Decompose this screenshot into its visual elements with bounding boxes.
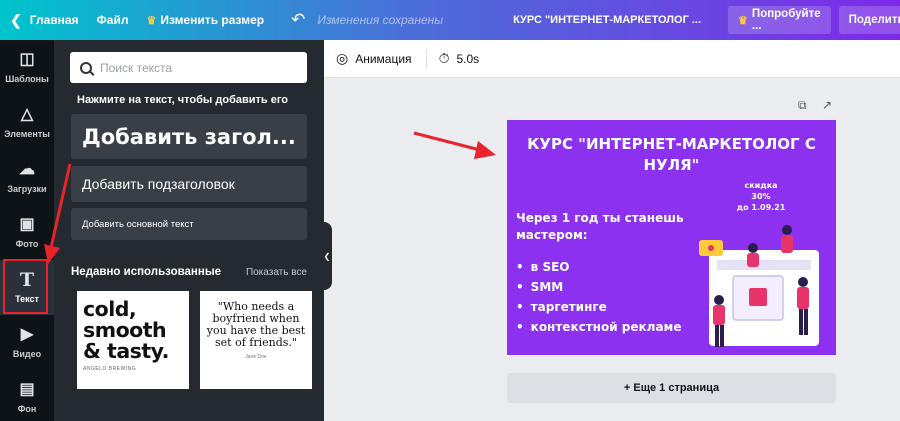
annotation-highlight-box [3, 259, 48, 314]
layout-icon: ◫ [19, 51, 35, 68]
search-box[interactable] [70, 52, 307, 83]
person-leg [804, 309, 808, 335]
video-icon: ▶ [20, 326, 34, 343]
nav-label: Фото [15, 239, 39, 249]
add-body-text-button[interactable]: Добавить основной текст [71, 208, 307, 240]
animation-icon: ◎ [336, 50, 349, 66]
add-heading-button[interactable]: Добавить загол... [71, 114, 307, 159]
design-title[interactable]: КУРС "ИНТЕРНЕТ-МАРКЕТОЛОГ ... [504, 0, 710, 40]
discount-line: до 1.09.21 [736, 203, 786, 212]
resize-label: Изменить размер [160, 13, 265, 27]
background-hatch-icon: ▤ [19, 381, 35, 398]
nav-background[interactable]: ▤ Фон [0, 370, 54, 421]
design-heading[interactable]: КУРС "ИНТЕРНЕТ-МАРКЕТОЛОГ С НУЛЯ" [507, 134, 836, 176]
person-leg [715, 325, 719, 347]
person-head [748, 243, 758, 253]
person-body [797, 287, 809, 309]
add-page-button[interactable]: + Еще 1 страница [507, 373, 836, 403]
like-icon [749, 288, 767, 306]
marketing-illustration[interactable] [691, 220, 836, 350]
page-actions: ⧉ ↗ [786, 98, 832, 113]
annotation-arrow-right [413, 131, 496, 159]
nav-templates[interactable]: ◫ Шаблоны [0, 40, 54, 95]
panel-hint: Нажмите на текст, чтобы добавить его [77, 94, 289, 106]
duration-button[interactable]: ⏱ 5.0s [427, 40, 494, 78]
upload-cloud-icon: ☁ [19, 161, 35, 178]
nav-label: Загрузки [7, 184, 47, 194]
search-icon [80, 61, 92, 74]
animation-label: Анимация [355, 51, 412, 66]
skill-item: SMM [516, 277, 682, 297]
skill-item: в SEO [516, 257, 682, 277]
discount-line: скидка [744, 181, 778, 190]
chevron-left-icon: ❮ [10, 11, 22, 28]
template-text: "Who needs a boyfriend when you have the… [206, 300, 306, 349]
design-canvas[interactable]: КУРС "ИНТЕРНЕТ-МАРКЕТОЛОГ С НУЛЯ" скидка… [507, 120, 836, 355]
add-subheading-button[interactable]: Добавить подзаголовок [71, 166, 307, 202]
home-button[interactable]: ❮ Главная [0, 0, 88, 40]
try-pro-button[interactable]: ♛ Попробуйте ... [728, 6, 831, 34]
person-leg [799, 309, 803, 335]
text-panel: Нажмите на текст, чтобы добавить его Доб… [54, 40, 324, 421]
file-menu[interactable]: Файл [88, 0, 138, 40]
template-caption: ANGELO BREWING [83, 366, 137, 372]
search-input[interactable] [100, 60, 300, 75]
undo-icon: ↶ [291, 10, 306, 29]
animation-button[interactable]: ◎ Анимация [324, 40, 426, 78]
person-head [798, 277, 808, 287]
crown-icon: ♛ [738, 14, 748, 27]
file-label: Файл [96, 13, 129, 27]
text-template-cold-smooth[interactable]: cold, smooth & tasty. ANGELO BREWING [77, 291, 189, 389]
intro-line: мастером: [516, 228, 588, 242]
illustration-bar [717, 260, 811, 270]
undo-button[interactable]: ↶ [273, 0, 311, 40]
person-body [713, 305, 725, 325]
nav-label: Фон [17, 404, 37, 414]
design-skill-list[interactable]: в SEO SMM таргетинге контекстной рекламе [516, 257, 682, 337]
nav-uploads[interactable]: ☁ Загрузки [0, 150, 54, 205]
heart-icon [708, 245, 714, 251]
save-status: Изменения сохранены [317, 13, 444, 27]
person-head [782, 225, 792, 235]
intro-line: Через 1 год ты станешь [516, 211, 684, 225]
top-bar: ❮ Главная Файл ♛ Изменить размер ↶ Измен… [0, 0, 900, 40]
resize-button[interactable]: ♛ Изменить размер [137, 0, 273, 40]
image-icon: ▣ [19, 216, 35, 233]
person-leg [720, 325, 724, 347]
nav-label: Элементы [4, 129, 50, 139]
nav-elements[interactable]: △ Элементы [0, 95, 54, 150]
person-body [781, 235, 793, 253]
nav-video[interactable]: ▶ Видео [0, 315, 54, 370]
design-intro[interactable]: Через 1 год ты станешь мастером: [516, 210, 684, 244]
recent-section-title: Недавно использованные [71, 266, 222, 278]
skill-item: контекстной рекламе [516, 317, 682, 337]
collapse-panel-handle[interactable]: ❮ [322, 222, 332, 290]
arrow-head [474, 141, 496, 159]
add-page-icon[interactable]: ↗ [822, 98, 832, 112]
duration-label: 5.0s [456, 51, 480, 66]
nav-label: Видео [12, 349, 42, 359]
nav-photos[interactable]: ▣ Фото [0, 205, 54, 260]
skill-item: таргетинге [516, 297, 682, 317]
discount-line: 30% [751, 192, 771, 201]
design-discount[interactable]: скидка 30% до 1.09.21 [725, 180, 797, 213]
text-template-quote[interactable]: "Who needs a boyfriend when you have the… [200, 291, 312, 389]
person-body [747, 253, 759, 267]
shapes-icon: △ [20, 106, 34, 123]
side-nav-rail: ◫ Шаблоны △ Элементы ☁ Загрузки ▣ Фото T… [0, 40, 54, 421]
try-pro-label: Попробуйте ... [751, 8, 821, 32]
crown-icon: ♛ [146, 14, 157, 27]
person-head [714, 295, 724, 305]
editor-toolbar: ◎ Анимация ⏱ 5.0s [324, 40, 900, 78]
arrow-shaft [413, 131, 485, 153]
timer-icon: ⏱ [438, 50, 450, 66]
template-text: cold, smooth & tasty. [83, 297, 169, 363]
template-caption: Jane Doe [245, 354, 267, 360]
home-label: Главная [29, 13, 79, 27]
share-button[interactable]: Поделиться [838, 6, 900, 34]
show-all-link[interactable]: Показать все [246, 267, 307, 278]
chevron-right-icon[interactable]: ❯ [298, 333, 311, 351]
duplicate-page-icon[interactable]: ⧉ [798, 98, 807, 112]
nav-label: Шаблоны [5, 74, 49, 84]
